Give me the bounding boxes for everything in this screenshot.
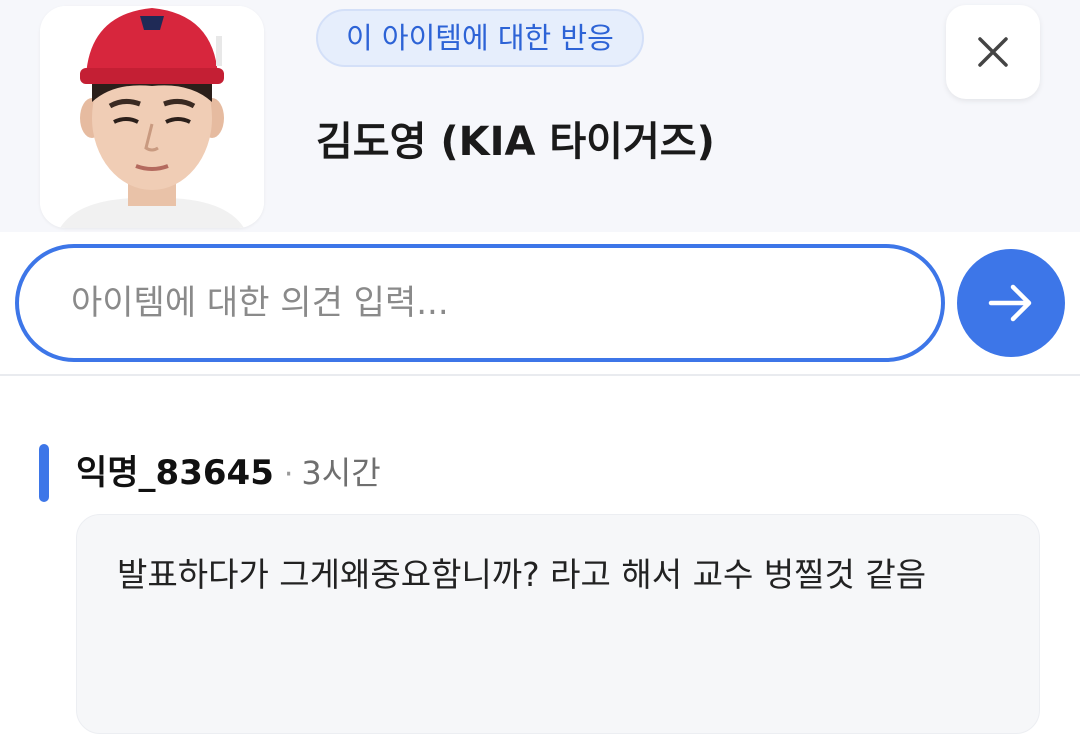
close-button[interactable] bbox=[946, 5, 1040, 99]
comment-meta: 익명_83645 · 3시간 bbox=[76, 444, 381, 502]
comment-input[interactable] bbox=[15, 244, 945, 362]
item-header: 이 아이템에 대한 반응 김도영 (KIA 타이거즈) bbox=[0, 0, 1080, 232]
comment-composer bbox=[0, 232, 1080, 376]
comment-time: 3시간 bbox=[301, 454, 381, 492]
chip-label: 이 아이템에 대한 반응 bbox=[346, 21, 614, 55]
item-title: 김도영 (KIA 타이거즈) bbox=[316, 119, 715, 165]
player-avatar bbox=[40, 6, 264, 228]
comment-author: 익명_83645 bbox=[76, 453, 274, 493]
comment-accent-bar bbox=[39, 444, 49, 502]
close-icon bbox=[978, 37, 1008, 67]
arrow-right-icon bbox=[988, 284, 1032, 322]
player-photo-icon bbox=[40, 6, 264, 228]
send-button[interactable] bbox=[957, 249, 1065, 357]
comment-bubble: 발표하다가 그게왜중요함니까? 라고 해서 교수 벙찔것 같음 bbox=[76, 514, 1040, 734]
reaction-context-chip: 이 아이템에 대한 반응 bbox=[316, 9, 644, 67]
meta-separator: · bbox=[283, 457, 294, 492]
comment-text: 발표하다가 그게왜중요함니까? 라고 해서 교수 벙찔것 같음 bbox=[117, 555, 927, 594]
